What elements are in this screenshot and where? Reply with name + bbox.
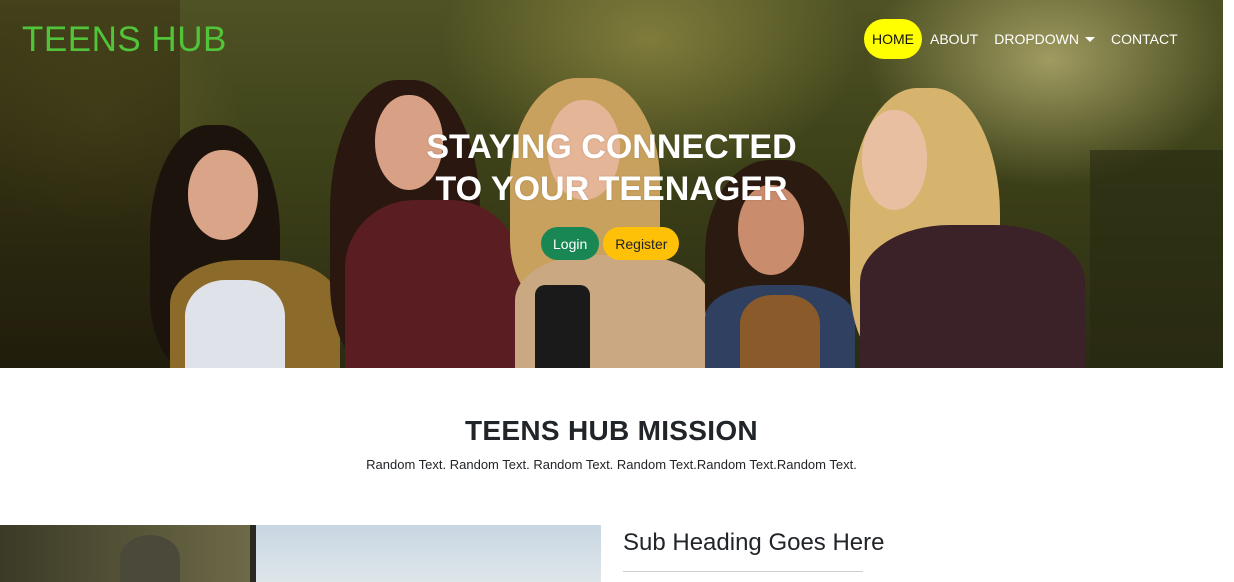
mission-section: TEENS HUB MISSION Random Text. Random Te…: [0, 412, 1223, 474]
mission-text: Random Text. Random Text. Random Text. R…: [366, 457, 857, 472]
hero-title-line-1: STAYING CONNECTED: [426, 128, 797, 166]
brand-logo[interactable]: TEENS HUB: [22, 20, 227, 60]
hero-title-line-2: TO YOUR TEENAGER: [435, 170, 788, 208]
nav-contact-link[interactable]: CONTACT: [1103, 19, 1186, 59]
nav-dropdown-label: DROPDOWN: [994, 31, 1080, 47]
divider: [623, 571, 863, 572]
main-nav: HOME ABOUT DROPDOWN CONTACT: [864, 19, 1186, 59]
chevron-down-icon: [1085, 36, 1096, 42]
login-button[interactable]: Login: [541, 227, 600, 260]
hero-banner: TEENS HUB HOME ABOUT DROPDOWN CONTACT ST…: [0, 0, 1223, 368]
section-image: [0, 525, 601, 582]
nav-about-link[interactable]: ABOUT: [922, 19, 986, 59]
register-button[interactable]: Register: [603, 227, 680, 260]
hero-buttons: Login Register: [541, 227, 680, 260]
sub-heading: Sub Heading Goes Here: [623, 529, 885, 556]
hero-title: STAYING CONNECTED TO YOUR TEENAGER: [0, 126, 1223, 210]
nav-home-link[interactable]: HOME: [864, 19, 922, 59]
nav-dropdown-toggle[interactable]: DROPDOWN: [986, 19, 1103, 59]
mission-title: TEENS HUB MISSION: [465, 415, 758, 446]
